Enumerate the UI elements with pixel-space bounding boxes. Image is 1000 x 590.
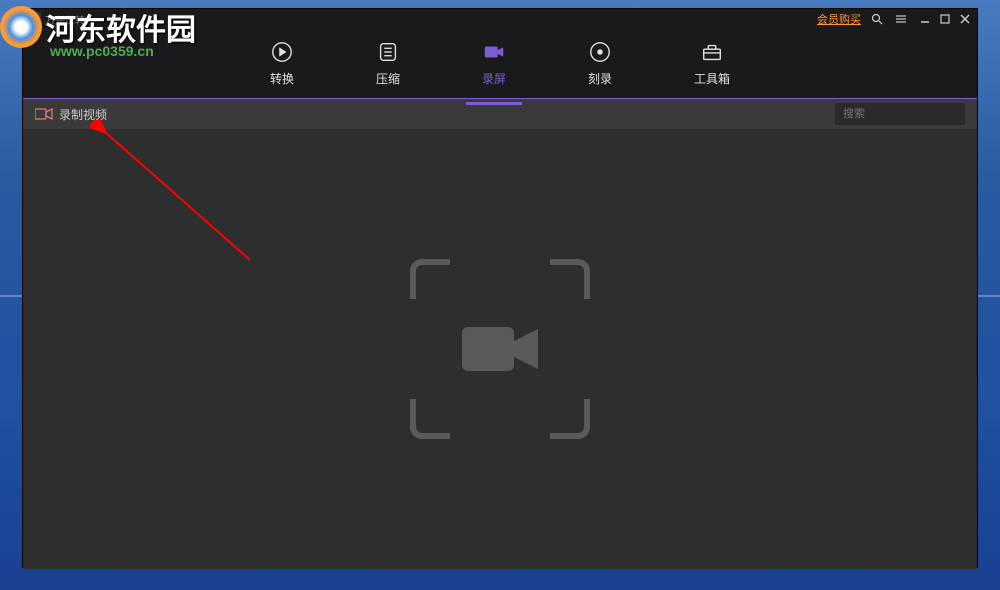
content-area xyxy=(23,129,977,569)
minimize-button[interactable] xyxy=(917,11,933,27)
compress-icon xyxy=(376,40,400,64)
burn-icon xyxy=(588,40,612,64)
tab-toolbox[interactable]: 工具箱 xyxy=(678,32,746,95)
record-video-label: 录制视频 xyxy=(59,106,107,123)
maximize-button[interactable] xyxy=(937,11,953,27)
tab-label: 压缩 xyxy=(376,70,400,87)
title-bar: 万兴优转 会员购买 xyxy=(23,9,977,29)
tab-burn[interactable]: 刻录 xyxy=(572,32,628,95)
toolbox-icon xyxy=(700,40,724,64)
app-title: 万兴优转 xyxy=(45,12,85,27)
record-placeholder-icon xyxy=(410,259,590,439)
search-input[interactable] xyxy=(835,103,965,125)
tab-record[interactable]: 录屏 xyxy=(466,32,522,95)
app-icon xyxy=(27,12,41,26)
tab-label: 刻录 xyxy=(588,70,612,87)
video-camera-icon xyxy=(35,108,53,120)
member-purchase-link[interactable]: 会员购买 xyxy=(817,11,861,27)
tab-label: 录屏 xyxy=(482,70,506,87)
close-button[interactable] xyxy=(957,11,973,27)
search-icon[interactable] xyxy=(869,11,885,27)
convert-icon xyxy=(270,40,294,64)
record-icon xyxy=(482,40,506,64)
tab-label: 工具箱 xyxy=(694,70,730,87)
tab-convert[interactable]: 转换 xyxy=(254,32,310,95)
record-video-button[interactable]: 录制视频 xyxy=(35,106,107,123)
nav-tabs: 转换 压缩 录屏 刻录 工具箱 xyxy=(23,29,977,99)
menu-icon[interactable] xyxy=(893,11,909,27)
app-window: 万兴优转 会员购买 xyxy=(22,8,978,568)
tab-compress[interactable]: 压缩 xyxy=(360,32,416,95)
tab-label: 转换 xyxy=(270,70,294,87)
